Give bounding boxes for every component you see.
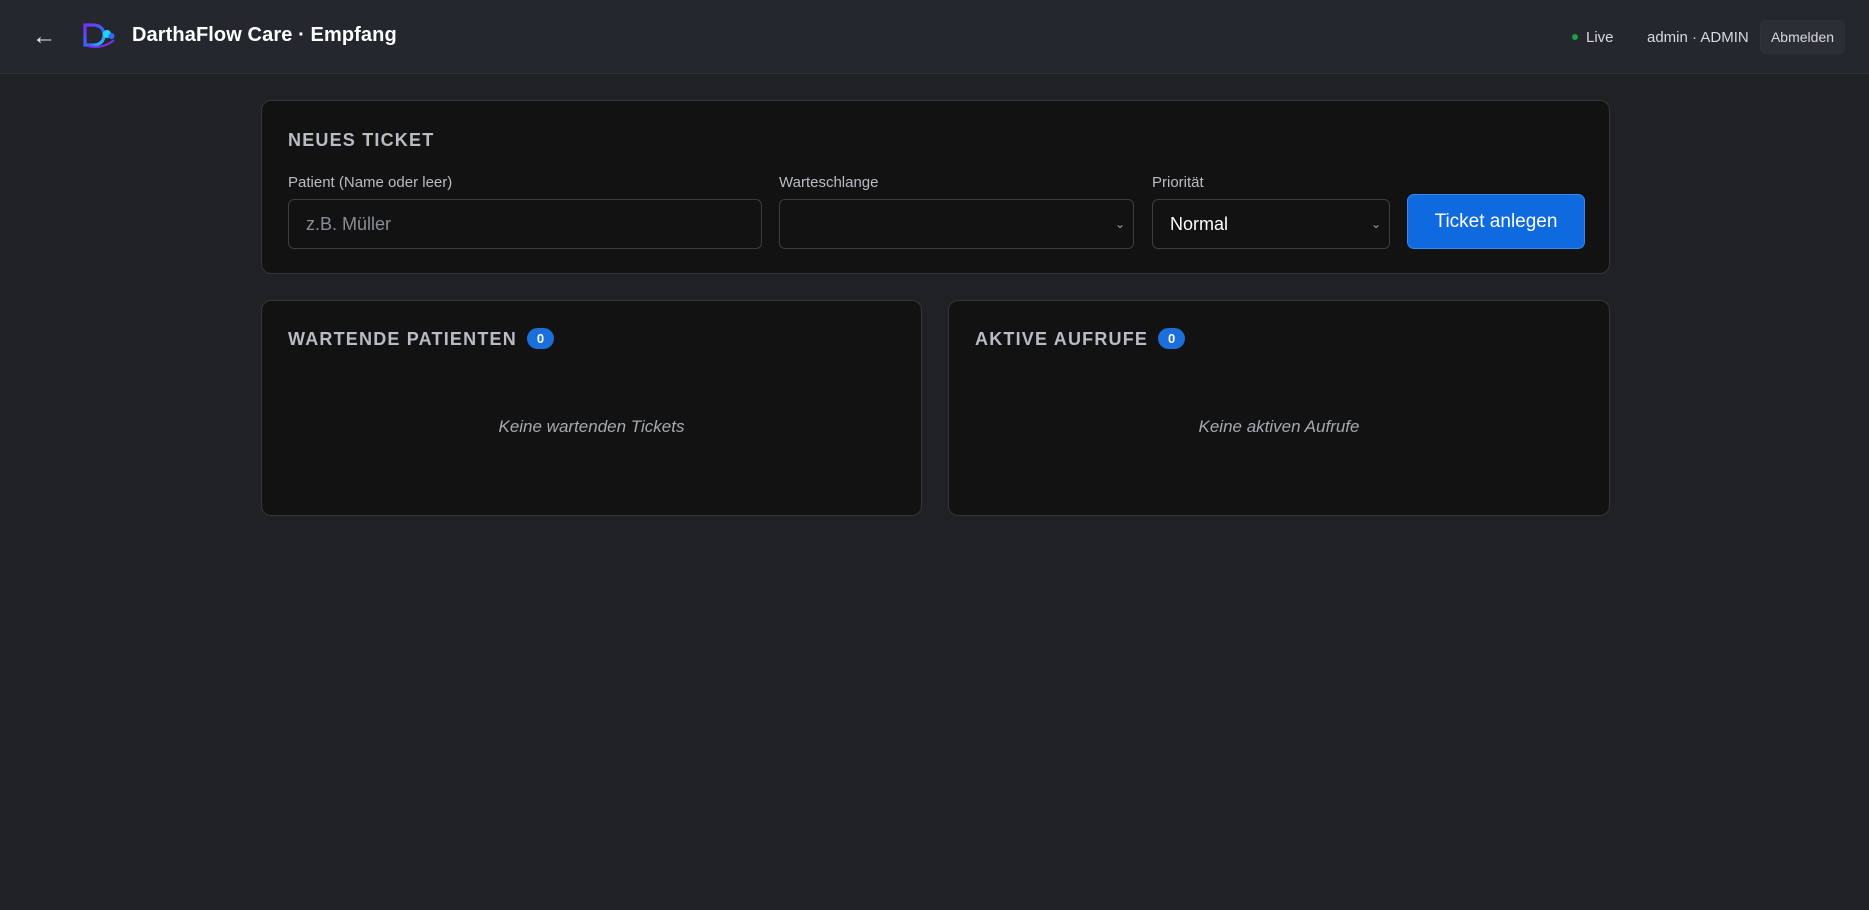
queue-label: Warteschlange (779, 174, 879, 191)
create-ticket-button[interactable]: Ticket anlegen (1407, 194, 1585, 249)
new-ticket-title: NEUES TICKET (288, 130, 435, 150)
app-logo-icon (83, 23, 115, 48)
top-bar: ← DarthaFlow Care · Empfang Live admin ·… (0, 0, 1869, 74)
active-calls-card: AKTIVE AUFRUFE 0 Keine aktiven Aufrufe (948, 300, 1610, 516)
chevron-down-icon: ⌄ (1114, 217, 1125, 231)
waiting-patients-label: WARTENDE PATIENTEN (288, 329, 517, 349)
priority-label: Priorität (1152, 174, 1204, 191)
waiting-empty-message: Keine wartenden Tickets (498, 417, 685, 436)
queue-select[interactable]: ⌄ (779, 199, 1134, 249)
user-info: admin · ADMIN (1647, 29, 1749, 46)
live-label: Live (1586, 29, 1614, 46)
patient-input[interactable] (288, 199, 762, 249)
active-calls-title: AKTIVE AUFRUFE 0 (975, 328, 1186, 350)
waiting-count-badge: 0 (526, 328, 554, 349)
live-dot-icon (1572, 34, 1578, 40)
waiting-patients-title: WARTENDE PATIENTEN 0 (288, 328, 554, 350)
waiting-patients-card: WARTENDE PATIENTEN 0 Keine wartenden Tick… (261, 300, 922, 516)
live-status: Live (1572, 29, 1614, 46)
back-arrow-icon[interactable]: ← (28, 20, 60, 54)
app-title: DarthaFlow Care · Empfang (132, 24, 397, 46)
active-count-badge: 0 (1158, 328, 1186, 349)
chevron-down-icon: ⌄ (1370, 217, 1381, 231)
patient-label: Patient (Name oder leer) (288, 174, 453, 191)
priority-select[interactable]: Normal ⌄ (1152, 199, 1390, 249)
priority-selected-value: Normal (1170, 214, 1229, 234)
active-empty-message: Keine aktiven Aufrufe (1198, 417, 1360, 436)
active-calls-label: AKTIVE AUFRUFE (975, 329, 1149, 349)
new-ticket-card: NEUES TICKET Patient (Name oder leer) Wa… (261, 100, 1610, 274)
logout-button[interactable]: Abmelden (1760, 20, 1845, 54)
